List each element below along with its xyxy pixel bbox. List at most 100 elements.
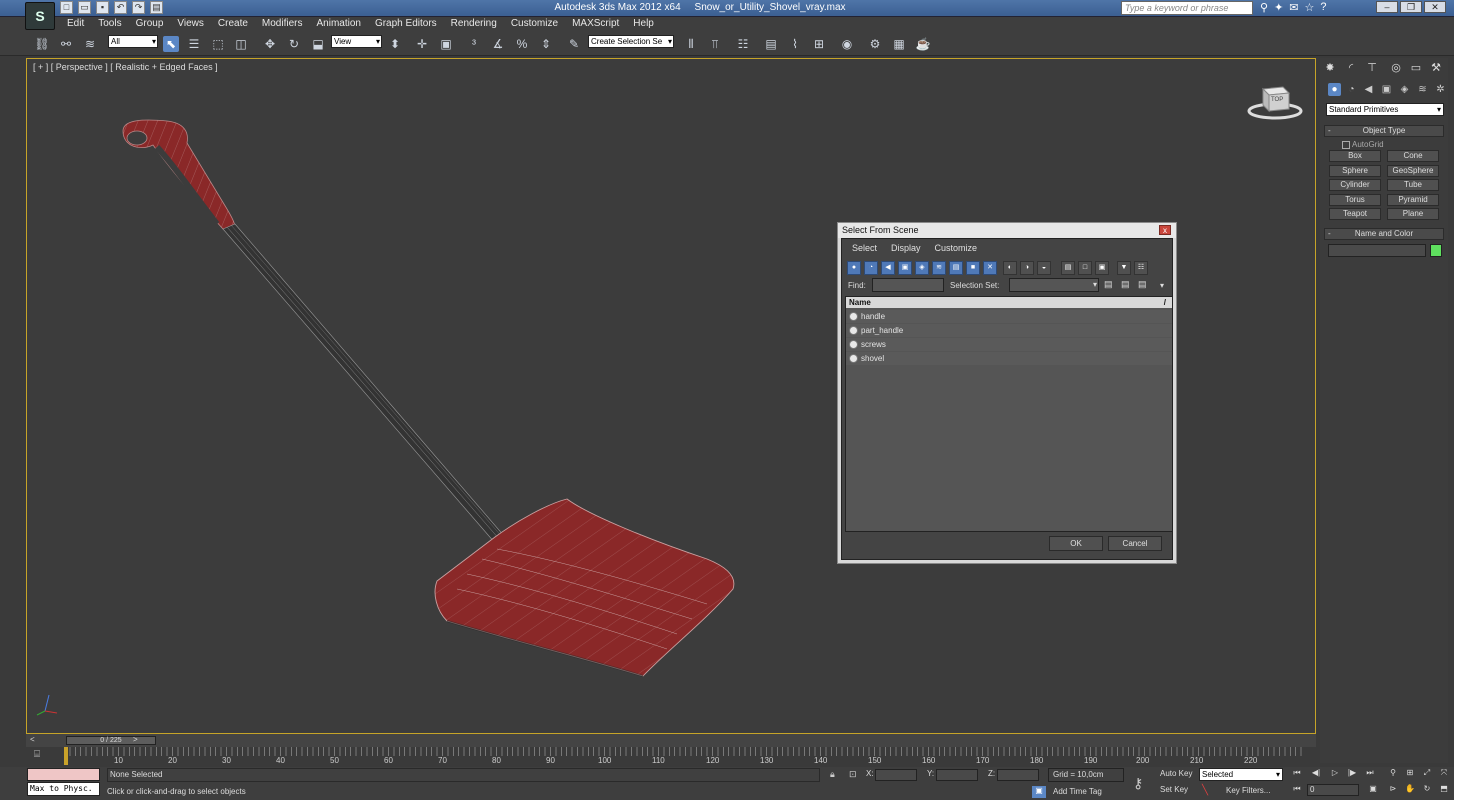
shapes-icon[interactable]: ◔ [1345, 83, 1358, 96]
cone-button[interactable]: Cone [1387, 150, 1439, 162]
y-coordinate-field[interactable] [936, 769, 978, 781]
filter-icon[interactable]: ▼ [1117, 261, 1131, 275]
dialog-menu-display[interactable]: Display [891, 243, 921, 253]
modify-tab-icon[interactable]: ◜ [1343, 61, 1359, 77]
subscription-icon[interactable]: ✦ [1274, 1, 1283, 14]
key-mode-toggle-icon[interactable]: ⏮ [1290, 784, 1304, 796]
name-and-color-rollout[interactable]: - Name and Color [1324, 228, 1444, 240]
menu-animation[interactable]: Animation [316, 18, 360, 29]
app-logo-icon[interactable]: S [25, 2, 55, 30]
tube-button[interactable]: Tube [1387, 179, 1439, 191]
object-type-rollout[interactable]: - Object Type [1324, 125, 1444, 137]
snaps-toggle-icon[interactable]: ³ [466, 36, 482, 52]
column-header-name[interactable]: Name / [846, 297, 1172, 308]
angle-snap-icon[interactable]: ∡ [490, 36, 506, 52]
sphere-button[interactable]: Sphere [1329, 165, 1381, 177]
geometry-icon[interactable]: ● [1328, 83, 1341, 96]
time-slider[interactable]: 0 / 225 [66, 736, 156, 745]
lights-icon[interactable]: ◀ [1362, 83, 1375, 96]
undo-icon[interactable]: ↶ [114, 1, 127, 14]
dialog-menu-customize[interactable]: Customize [935, 243, 978, 253]
select-by-name-icon[interactable]: ☰ [186, 36, 202, 52]
selection-filter-dropdown[interactable]: All [108, 35, 158, 48]
create-set-icon[interactable]: ▤ [1104, 279, 1113, 290]
material-editor-icon[interactable]: ◉ [839, 36, 855, 52]
curve-editor-icon[interactable]: ⌇ [787, 36, 803, 52]
open-file-icon[interactable]: ▭ [78, 1, 91, 14]
select-and-rotate-icon[interactable]: ↻ [286, 36, 302, 52]
binoculars-icon[interactable]: ⚲ [1260, 1, 1268, 14]
cancel-button[interactable]: Cancel [1108, 536, 1162, 551]
zoom-all-icon[interactable]: ⊞ [1403, 768, 1417, 780]
current-frame-marker[interactable] [64, 747, 68, 765]
object-color-swatch[interactable] [1430, 244, 1442, 257]
unlink-icon[interactable]: ⚯ [58, 36, 74, 52]
find-input[interactable] [872, 278, 944, 292]
previous-frame-icon[interactable]: ◀| [1309, 768, 1323, 780]
display-geometry-icon[interactable]: ● [847, 261, 861, 275]
menu-edit[interactable]: Edit [67, 18, 84, 29]
mirror-icon[interactable]: ⫴ [683, 36, 699, 52]
display-tab-icon[interactable]: ▭ [1408, 61, 1424, 77]
goto-end-icon[interactable]: ⏭ [1363, 768, 1377, 780]
set-key-button[interactable]: Set Key [1160, 785, 1196, 797]
display-shapes-icon[interactable]: ◔ [864, 261, 878, 275]
menu-modifiers[interactable]: Modifiers [262, 18, 303, 29]
menu-rendering[interactable]: Rendering [451, 18, 497, 29]
box-button[interactable]: Box [1329, 150, 1381, 162]
display-bones-icon[interactable]: ✕ [983, 261, 997, 275]
select-and-scale-icon[interactable]: ⬓ [310, 36, 326, 52]
menu-views[interactable]: Views [177, 18, 204, 29]
align-icon[interactable]: ⫪ [707, 36, 723, 52]
set-key-icon[interactable]: ⚷ [1133, 775, 1143, 792]
select-and-move-icon[interactable]: ✥ [262, 36, 278, 52]
menu-tools[interactable]: Tools [98, 18, 121, 29]
scene-object-list[interactable]: Name / handle part_handle screws shovel [845, 296, 1173, 532]
motion-tab-icon[interactable]: ◎ [1388, 61, 1404, 77]
next-frame-icon[interactable]: |▶ [1345, 768, 1359, 780]
display-groups-icon[interactable]: ▤ [949, 261, 963, 275]
auto-key-button[interactable]: Auto Key [1160, 769, 1196, 781]
bind-space-warp-icon[interactable]: ≋ [82, 36, 98, 52]
dialog-title[interactable]: Select From Scene [838, 223, 1176, 238]
zoom-extents-all-icon[interactable]: ⤧ [1437, 768, 1451, 780]
communication-icon[interactable]: ✉ [1289, 1, 1298, 14]
menu-customize[interactable]: Customize [511, 18, 558, 29]
teapot-button[interactable]: Teapot [1329, 208, 1381, 220]
list-item[interactable]: part_handle [846, 324, 1172, 337]
display-invert-icon[interactable]: ◒ [1037, 261, 1051, 275]
select-all-icon[interactable]: ▤ [1061, 261, 1075, 275]
plane-button[interactable]: Plane [1387, 208, 1439, 220]
utilities-tab-icon[interactable]: ⚒ [1428, 61, 1444, 77]
pivot-center-icon[interactable]: ⬍ [387, 36, 403, 52]
space-warps-icon[interactable]: ≋ [1416, 83, 1429, 96]
torus-button[interactable]: Torus [1329, 194, 1381, 206]
time-tag-icon[interactable]: ▣ [1032, 786, 1046, 798]
help-icon[interactable]: ? [1320, 1, 1326, 14]
layer-manager-icon[interactable]: ☷ [735, 36, 751, 52]
time-configuration-icon[interactable]: ▣ [1366, 784, 1380, 796]
hierarchy-tab-icon[interactable]: ⊤ [1364, 61, 1380, 77]
pan-view-icon[interactable]: ✋ [1403, 784, 1417, 796]
menu-maxscript[interactable]: MAXScript [572, 18, 619, 29]
display-cameras-icon[interactable]: ▣ [898, 261, 912, 275]
menu-group[interactable]: Group [136, 18, 164, 29]
spinner-snap-icon[interactable]: ⇕ [538, 36, 554, 52]
pyramid-button[interactable]: Pyramid [1387, 194, 1439, 206]
display-all-icon[interactable]: ◐ [1003, 261, 1017, 275]
x-coordinate-field[interactable] [875, 769, 917, 781]
help-search-input[interactable]: Type a keyword or phrase [1121, 1, 1253, 15]
save-file-icon[interactable]: ▪ [96, 1, 109, 14]
window-crossing-icon[interactable]: ◫ [233, 36, 249, 52]
mini-curve-editor-icon[interactable]: ⌸ [34, 749, 48, 761]
list-item[interactable]: handle [846, 310, 1172, 323]
add-time-tag-button[interactable]: Add Time Tag [1053, 787, 1102, 796]
graphite-ribbon-icon[interactable]: ▤ [763, 36, 779, 52]
remove-set-icon[interactable]: ▤ [1138, 279, 1147, 290]
selection-set-dropdown[interactable] [1009, 278, 1099, 292]
orbit-icon[interactable]: ↻ [1420, 784, 1434, 796]
menu-help[interactable]: Help [633, 18, 654, 29]
shovel-mesh[interactable] [122, 119, 735, 677]
current-frame-field[interactable]: 0 [1307, 784, 1359, 796]
absolute-mode-icon[interactable]: ⊡ [849, 769, 857, 780]
